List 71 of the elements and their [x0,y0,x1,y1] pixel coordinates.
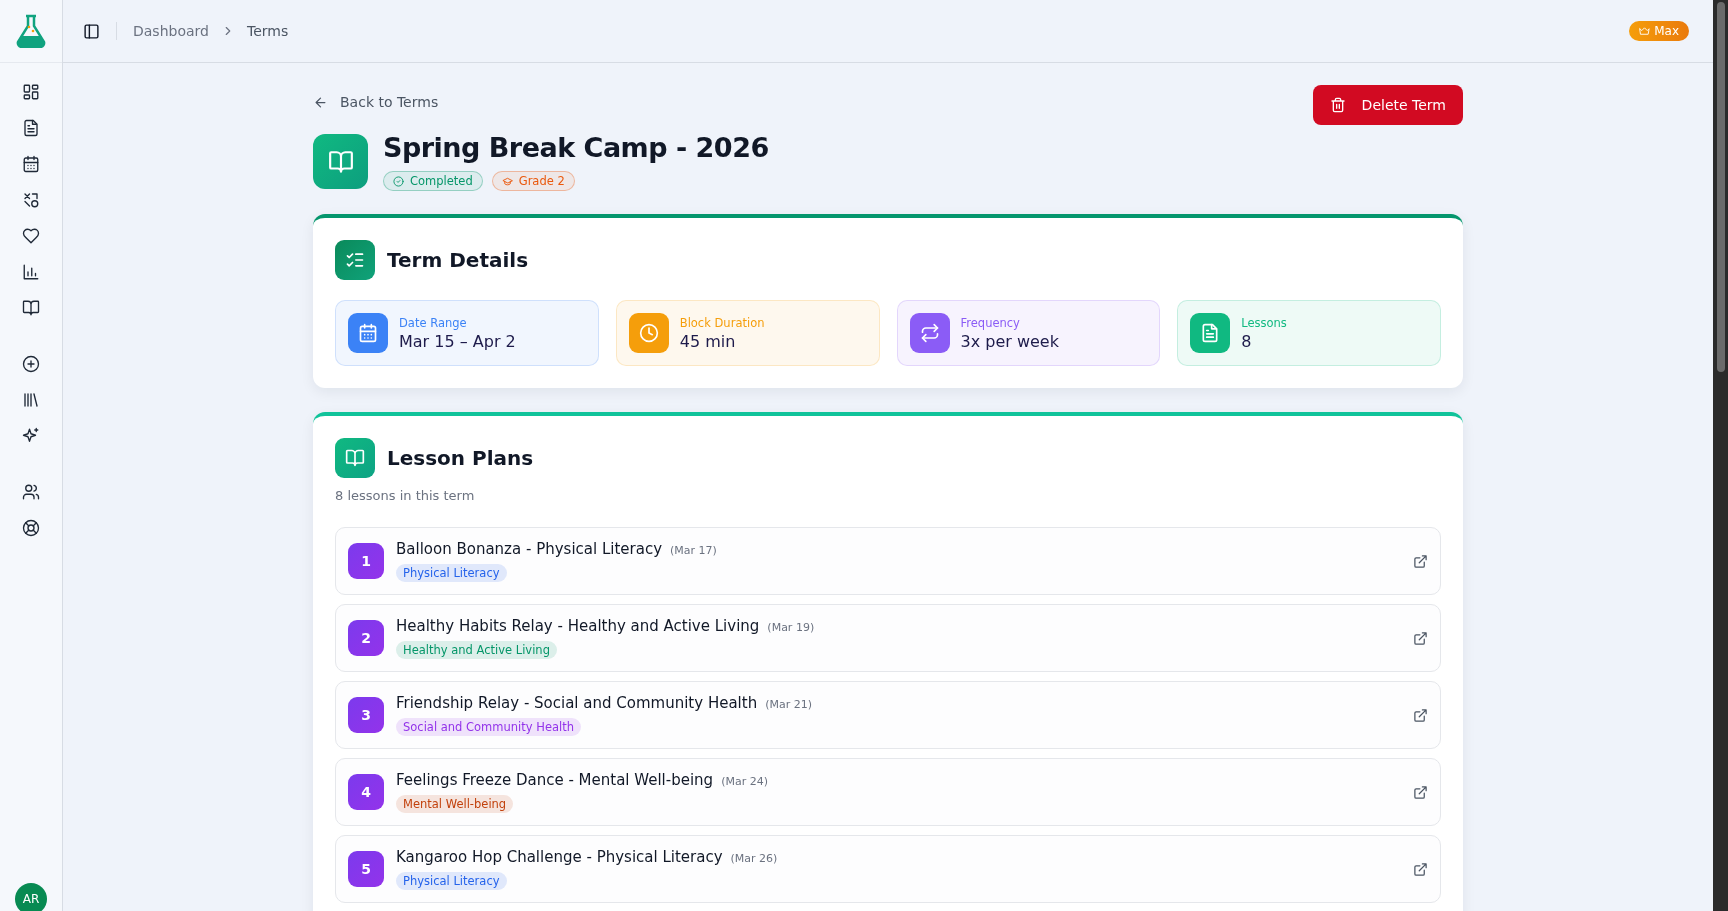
shapes-icon[interactable] [22,191,40,209]
stat-label: Date Range [399,315,468,330]
users-icon[interactable] [22,483,40,501]
back-arrow-icon [313,94,328,110]
user-avatar[interactable]: AR [15,883,47,911]
scrollbar[interactable] [1713,0,1728,911]
sparkle-icon[interactable] [22,427,40,445]
external-link-icon[interactable] [1413,707,1428,723]
lesson-number: 2 [348,620,384,656]
strand-tag: Physical Literacy [396,872,507,890]
lesson-number: 4 [348,774,384,810]
book-icon[interactable] [22,299,40,317]
back-link[interactable]: Back to Terms [313,94,439,110]
check-circle-icon [393,175,404,187]
lesson-row[interactable]: 1 Balloon Bonanza - Physical Literacy (Mar 17) Physical Literacy [335,527,1441,595]
document-icon[interactable] [22,119,40,137]
lesson-title: Balloon Bonanza - Physical Literacy [396,540,663,558]
lesson-title: Healthy Habits Relay - Healthy and Active Living [396,617,760,635]
breadcrumb-link[interactable]: Terms [246,23,289,39]
plan-badge: Max [1629,21,1689,41]
stat-label: Frequency [960,315,1021,330]
lesson-row[interactable]: 3 Friendship Relay - Social and Community Health (Mar 21) Social and Community Health [335,681,1441,749]
lesson-date: (Mar 26) [730,852,778,865]
strand-tag: Healthy and Active Living [396,641,557,659]
lifebuoy-icon[interactable] [22,519,40,537]
bar-chart-icon[interactable] [22,263,40,281]
strand-tag: Social and Community Health [396,718,582,736]
lesson-date: (Mar 17) [670,544,717,557]
external-link-icon[interactable] [1413,861,1428,877]
lesson-date: (Mar 24) [721,775,768,788]
status-badge: Completed [383,171,483,191]
strand-tag: Physical Literacy [396,564,507,582]
strand-tag: Mental Well-being [396,795,514,813]
lesson-row[interactable]: 5 Kangaroo Hop Challenge - Physical Literacy (Mar 26) Physical Literacy [335,835,1441,903]
lesson-number: 1 [348,543,384,579]
delete-button[interactable]: Delete Term [1312,85,1463,125]
external-link-icon[interactable] [1413,553,1428,569]
breadcrumb-link[interactable]: Dashboard [133,23,209,39]
stat-label: Lessons [1241,315,1287,330]
lesson-title: Friendship Relay - Social and Community Health [396,694,758,712]
grade-badge: Grade 2 [491,171,575,191]
plus-circle-icon[interactable] [22,355,40,373]
book-icon [327,148,354,175]
lesson-row[interactable]: 4 Feelings Freeze Dance - Mental Well-being (Mar 24) Mental Well-being [335,758,1441,826]
lesson-title: Feelings Freeze Dance - Mental Well-being [396,771,714,789]
lesson-title: Kangaroo Hop Challenge - Physical Literacy [396,848,723,866]
term-title: Spring Break Camp - 2026 [383,132,769,163]
stat-label: Block Duration [679,315,765,330]
section-title: Term Details [387,248,529,272]
section-title: Lesson Plans [387,446,534,470]
stat-value: 3x per week [960,331,1059,351]
section-subtitle: 8 lessons in this term [335,488,476,503]
lesson-row[interactable]: 2 Healthy Habits Relay - Healthy and Active Living (Mar 19) Healthy and Active Living [335,604,1441,672]
sidebar-toggle-icon[interactable] [83,22,100,40]
lesson-number: 5 [348,851,384,887]
trash-icon [1329,97,1346,113]
lesson-date: (Mar 19) [767,621,815,634]
stat-value: 45 min [679,331,737,351]
dashboard-icon[interactable] [22,83,40,101]
lesson-date: (Mar 21) [765,698,812,711]
calendar-icon[interactable] [22,155,40,173]
graduation-cap-icon [501,175,513,187]
flask-logo-icon[interactable] [16,14,46,48]
external-link-icon[interactable] [1413,630,1428,646]
library-icon[interactable] [22,391,40,409]
heart-icon[interactable] [22,227,40,245]
stat-value: 8 [1241,331,1253,351]
external-link-icon[interactable] [1413,784,1428,800]
stat-value: Mar 15 – Apr 2 [399,331,516,351]
lesson-number: 3 [348,697,384,733]
crown-icon [1639,25,1651,37]
